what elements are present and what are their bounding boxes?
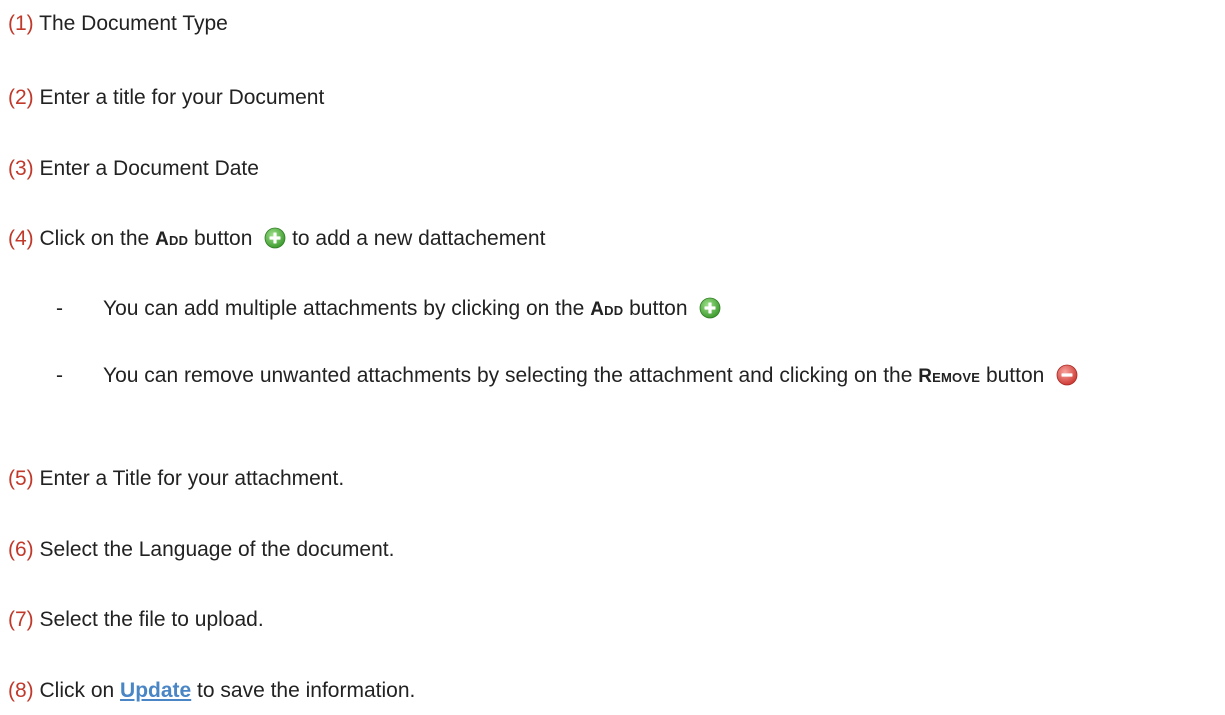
bullet-text: You can add multiple attachments by clic… [56,292,1176,327]
add-keyword: Add [155,229,189,250]
help-document: (1) The Document Type (2) Enter a title … [0,0,1225,715]
add-circle-icon [699,297,721,319]
step-6: (6) Select the Language of the document. [8,536,394,564]
step-text: Click on the [33,227,156,250]
step-1: (1) The Document Type [8,10,228,38]
step-text: Enter a Title for your attachment. [33,467,345,490]
step-text: Enter a Document Date [33,157,259,180]
step-2: (2) Enter a title for your Document [8,84,324,112]
step-text: to add a new dattachement [286,227,546,250]
step-text: Select the Language of the document. [33,538,395,561]
bullet-add-multiple: - You can add multiple attachments by cl… [56,292,1176,327]
step-text: button [188,227,259,250]
step-number: (5) [8,467,34,490]
step-text: Click on [33,679,121,702]
bullet-text-part: button [980,364,1051,387]
remove-keyword: Remove [918,366,981,387]
add-keyword: Add [590,299,624,320]
step-text: Select the file to upload. [33,608,264,631]
step-number: (4) [8,227,34,250]
step-4: (4) Click on the Add button to add a new… [8,225,545,254]
step-number: (3) [8,157,34,180]
add-circle-icon [264,227,286,249]
step-8: (8) Click on Update to save the informat… [8,677,415,705]
bullet-text: You can remove unwanted attachments by s… [56,359,1176,394]
step-number: (6) [8,538,34,561]
step-5: (5) Enter a Title for your attachment. [8,465,344,493]
update-link[interactable]: Update [120,679,191,702]
step-number: (2) [8,86,34,109]
step-7: (7) Select the file to upload. [8,606,264,634]
step-number: (8) [8,679,34,702]
step-text: Enter a title for your Document [33,86,325,109]
step-text: The Document Type [33,12,228,35]
bullet-text-part: button [623,297,694,320]
bullet-dash: - [56,364,63,387]
step-3: (3) Enter a Document Date [8,155,259,183]
bullet-dash: - [56,297,63,320]
bullet-remove: - You can remove unwanted attachments by… [56,359,1176,394]
bullet-text-part: You can remove unwanted attachments by s… [103,364,919,387]
step-number: (1) [8,12,34,35]
step-number: (7) [8,608,34,631]
bullet-text-part: You can add multiple attachments by clic… [103,297,591,320]
step-text: to save the information. [191,679,416,702]
remove-circle-icon [1056,364,1078,386]
